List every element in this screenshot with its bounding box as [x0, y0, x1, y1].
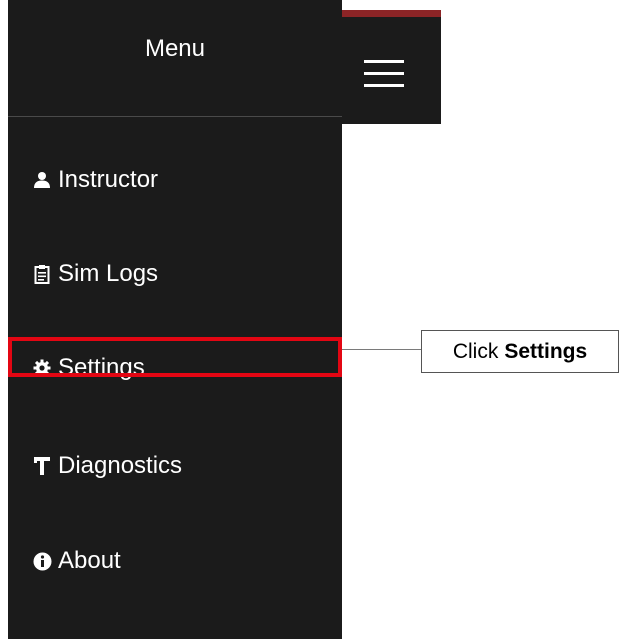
- menu-item-settings[interactable]: Settings: [8, 338, 342, 398]
- hammer-icon: [32, 456, 52, 476]
- info-icon: [32, 551, 52, 571]
- top-bar-accent: [342, 10, 441, 17]
- menu-item-about[interactable]: About: [8, 531, 342, 591]
- side-menu: Menu Instructor Sim Logs Settings Diagno…: [8, 0, 342, 639]
- callout-prefix: Click: [452, 339, 499, 363]
- menu-item-instructor[interactable]: Instructor: [8, 150, 342, 210]
- menu-item-label: About: [58, 547, 121, 574]
- callout-leader-line: [342, 349, 422, 350]
- menu-item-label: Diagnostics: [58, 452, 183, 479]
- callout-box: Click Settings: [421, 330, 619, 373]
- gear-icon: [32, 358, 52, 378]
- menu-item-label: Sim Logs: [58, 260, 159, 287]
- callout-target: Settings: [504, 339, 588, 363]
- screen: Menu Instructor Sim Logs Settings Diagno…: [0, 0, 619, 639]
- clipboard-icon: [32, 264, 52, 284]
- hamburger-icon[interactable]: [364, 60, 404, 88]
- user-icon: [32, 170, 52, 190]
- menu-item-sim-logs[interactable]: Sim Logs: [8, 244, 342, 304]
- menu-title: Menu: [144, 35, 206, 62]
- menu-header: Menu: [8, 0, 342, 117]
- menu-item-label: Settings: [58, 354, 145, 381]
- menu-item-diagnostics[interactable]: Diagnostics: [8, 436, 342, 496]
- menu-item-label: Instructor: [58, 166, 159, 193]
